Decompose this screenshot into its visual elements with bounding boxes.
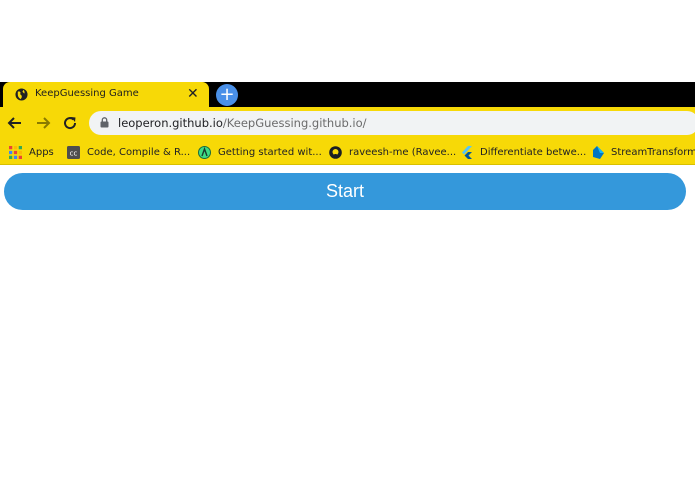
android-studio-icon — [198, 145, 211, 159]
apps-grid-icon — [9, 145, 22, 159]
bookmarks-bar: Apps cc Code, Compile & R... Getting sta… — [0, 139, 695, 165]
bookmark-label: raveesh-me (Ravee... — [349, 146, 457, 158]
bookmark-label: Differentiate betwe... — [480, 146, 587, 158]
bookmark-label: Code, Compile & R... — [87, 146, 191, 158]
tab-strip: KeepGuessing Game ✕ + — [0, 82, 695, 107]
github-icon — [329, 145, 342, 159]
bookmark-flutter[interactable]: Differentiate betwe... — [460, 144, 586, 160]
browser-toolbar: leoperon.github.io/KeepGuessing.github.i… — [0, 107, 695, 139]
url-host: leoperon.github.io — [118, 116, 223, 130]
bookmark-github[interactable]: raveesh-me (Ravee... — [329, 144, 456, 160]
flutter-icon — [462, 145, 472, 159]
url-text: leoperon.github.io/KeepGuessing.github.i… — [118, 116, 367, 130]
svg-text:cc: cc — [70, 149, 78, 157]
new-tab-button[interactable]: + — [216, 84, 238, 106]
start-button[interactable]: Start — [4, 173, 686, 210]
back-arrow-icon[interactable] — [7, 115, 23, 131]
dart-icon — [593, 145, 604, 159]
bookmark-label: Apps — [29, 146, 54, 158]
tab-close-icon[interactable]: ✕ — [187, 85, 199, 103]
bookmark-apps[interactable]: Apps — [9, 144, 54, 160]
reload-icon[interactable] — [62, 115, 78, 131]
lock-icon — [100, 117, 109, 128]
bookmark-codechef[interactable]: cc Code, Compile & R... — [67, 144, 190, 160]
bookmark-label: StreamTransformer — [611, 146, 695, 158]
bookmark-label: Getting started wit... — [218, 146, 322, 158]
tab-title: KeepGuessing Game — [35, 88, 139, 99]
codechef-icon: cc — [67, 145, 80, 159]
address-bar[interactable]: leoperon.github.io/KeepGuessing.github.i… — [89, 111, 695, 135]
bookmark-dart[interactable]: StreamTransformer — [591, 144, 695, 160]
bookmark-android-studio[interactable]: Getting started wit... — [198, 144, 322, 160]
url-path: /KeepGuessing.github.io/ — [222, 116, 367, 130]
forward-arrow-icon[interactable] — [35, 115, 51, 131]
globe-icon — [15, 88, 28, 101]
tab-keepguessing[interactable]: KeepGuessing Game ✕ — [3, 82, 209, 107]
